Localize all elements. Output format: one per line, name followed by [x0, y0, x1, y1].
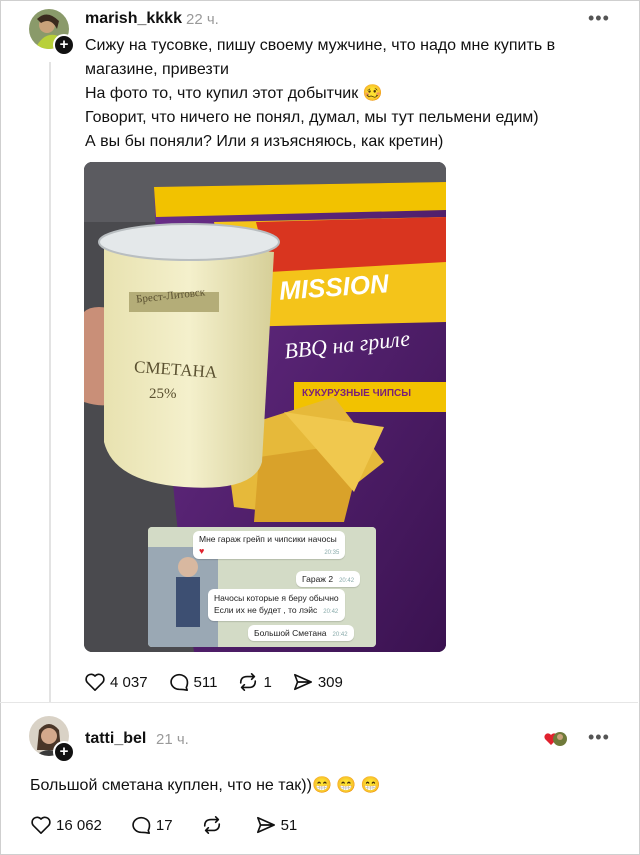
- repost-button[interactable]: [201, 815, 227, 835]
- chat-bubble: Начосы которые я беру обычно Если их не …: [208, 589, 345, 621]
- chat-bubble-time: 20:42: [323, 609, 339, 615]
- chat-bubble-text: Если их не будет , то лэйс: [214, 605, 318, 615]
- repost-count: 1: [263, 673, 272, 691]
- heart-avatar-icon: [544, 732, 567, 746]
- repost-icon: [203, 816, 220, 834]
- post-time: 22 ч.: [186, 11, 219, 28]
- chat-screenshot: Мне гараж грейп и чипсики начосы ♥ 20:35 …: [148, 527, 376, 647]
- comment-icon: [169, 673, 188, 691]
- heart-icon: ♥: [199, 546, 205, 556]
- more-options-icon[interactable]: •••: [588, 727, 610, 748]
- liked-by-author-icon: [543, 730, 569, 748]
- send-icon: [293, 673, 312, 691]
- chat-bubble-text: Мне гараж грейп и чипсики начосы: [199, 534, 337, 544]
- share-button[interactable]: 51: [255, 815, 298, 835]
- like-button[interactable]: 16 062: [30, 815, 102, 835]
- post-text-line: Говорит, что ничего не понял, думал, мы …: [85, 109, 539, 126]
- follow-plus-icon[interactable]: +: [53, 741, 75, 763]
- chat-bubble-text: Большой Сметана: [254, 628, 327, 638]
- jar-percent-text: 25%: [149, 386, 177, 402]
- chat-bubble: Большой Сметана 20:42: [248, 625, 354, 641]
- comment-button[interactable]: 17: [130, 815, 173, 835]
- comment-icon: [132, 816, 151, 834]
- comment-count: 17: [155, 816, 173, 834]
- post-username[interactable]: marish_kkkk: [85, 10, 182, 28]
- like-count: 16 062: [56, 816, 102, 834]
- send-icon: [256, 816, 275, 834]
- more-options-icon[interactable]: •••: [588, 8, 610, 29]
- post-text-line: магазине, привезти: [85, 61, 229, 78]
- chat-bubble: Мне гараж грейп и чипсики начосы ♥ 20:35: [193, 531, 346, 559]
- chat-bubble-time: 20:42: [339, 578, 355, 584]
- heart-icon: [85, 673, 105, 691]
- reply-time: 21 ч.: [156, 731, 189, 748]
- reply-actions: 16 062 17 51: [30, 815, 317, 835]
- post-text: Сижу на тусовке, пишу своему мужчине, чт…: [85, 34, 615, 154]
- repost-button[interactable]: 1: [237, 672, 272, 692]
- heart-icon: [31, 816, 51, 834]
- reply-username[interactable]: tatti_bel: [85, 730, 146, 748]
- divider: [0, 702, 638, 703]
- share-count: 309: [317, 673, 343, 691]
- chat-bubble-text: Начосы которые я беру обычно: [214, 593, 339, 603]
- chat-bubble-time: 20:42: [332, 632, 348, 638]
- post-text-line: Сижу на тусовке, пишу своему мужчине, чт…: [85, 37, 556, 54]
- repost-icon: [240, 673, 257, 691]
- like-count: 4 037: [110, 673, 148, 691]
- like-button[interactable]: 4 037: [84, 672, 148, 692]
- comment-count: 511: [193, 673, 218, 691]
- chat-bubble-text: Гараж 2: [302, 574, 334, 584]
- chat-bubble-time: 20:35: [324, 550, 340, 556]
- post-text-line: На фото то, что купил этот добытчик 🥴: [85, 85, 383, 102]
- comment-button[interactable]: 511: [168, 672, 218, 692]
- post-text-line: А вы бы поняли? Или я изъясняюсь, как кр…: [85, 133, 444, 150]
- reply-text: Большой сметана куплен, что не так))😁 😁 …: [30, 777, 381, 794]
- bag-type-text: КУКУРУЗНЫЕ ЧИПСЫ: [302, 388, 412, 399]
- post-actions: 4 037 511 1 309: [84, 672, 363, 692]
- share-count: 51: [280, 816, 298, 834]
- thread-line: [49, 62, 51, 702]
- chat-bubble: Гараж 2 20:42: [296, 571, 361, 587]
- follow-plus-icon[interactable]: +: [53, 34, 75, 56]
- share-button[interactable]: 309: [292, 672, 343, 692]
